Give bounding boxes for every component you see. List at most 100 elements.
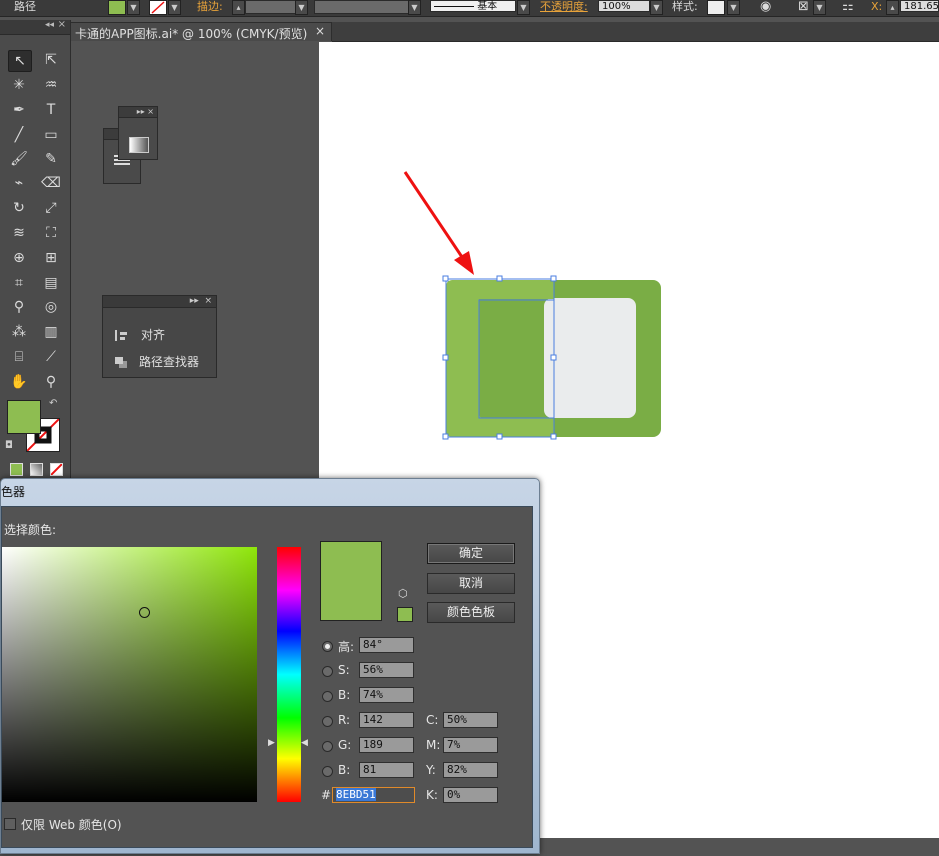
line-tool-icon[interactable]: ╱ bbox=[8, 125, 30, 145]
green-field[interactable]: 189 bbox=[359, 737, 414, 753]
hand-tool-icon[interactable]: ✋ bbox=[8, 372, 30, 392]
isolate-icon[interactable]: ⊠ bbox=[798, 0, 809, 16]
direct-selection-tool-icon[interactable]: ⇱ bbox=[40, 50, 62, 70]
rounded-rectangle-tool-icon[interactable]: ▭ bbox=[40, 125, 62, 145]
document-tab[interactable]: 卡通的APP图标.ai* @ 100% (CMYK/预览) × bbox=[70, 22, 332, 41]
default-colors-icon[interactable]: ◘ bbox=[5, 440, 13, 451]
blue-label: B: bbox=[338, 763, 351, 777]
eraser-tool-icon[interactable]: ⌫ bbox=[40, 173, 62, 193]
hue-slider[interactable] bbox=[277, 547, 301, 802]
fill-dropdown-arrow[interactable]: ▼ bbox=[127, 0, 140, 15]
pathfinder-item[interactable]: 路径查找器 bbox=[115, 353, 199, 370]
rotate-tool-icon[interactable]: ↻ bbox=[8, 198, 30, 218]
saturation-brightness-field[interactable] bbox=[2, 547, 257, 802]
selection-tool-icon[interactable]: ↖ bbox=[8, 50, 32, 72]
x-label[interactable]: X: bbox=[871, 0, 882, 16]
ok-button[interactable]: 确定 bbox=[427, 543, 515, 564]
gradient-tool-icon[interactable]: ▤ bbox=[40, 273, 62, 293]
color-swatches-button[interactable]: 颜色色板 bbox=[427, 602, 515, 623]
close-icon[interactable]: × bbox=[58, 19, 66, 30]
opacity-dropdown[interactable]: ▼ bbox=[650, 0, 663, 15]
cancel-button[interactable]: 取消 bbox=[427, 573, 515, 594]
opacity-field[interactable]: 100% bbox=[598, 0, 650, 12]
mesh-tool-icon[interactable]: ⌗ bbox=[8, 273, 30, 293]
swap-colors-icon[interactable]: ↶ bbox=[49, 398, 57, 409]
hue-field[interactable]: 84° bbox=[359, 637, 414, 653]
pen-tool-icon[interactable]: ✒ bbox=[8, 100, 30, 120]
x-stepper[interactable]: ▴ bbox=[886, 0, 899, 15]
lasso-tool-icon[interactable]: ♒ bbox=[40, 75, 62, 95]
red-radio[interactable] bbox=[322, 716, 333, 727]
blue-radio[interactable] bbox=[322, 766, 333, 777]
hue-slider-left-arrow[interactable]: ▶ bbox=[268, 738, 275, 748]
paintbrush-tool-icon[interactable]: 🖌 bbox=[8, 149, 30, 169]
gradient-panel-icon bbox=[129, 137, 149, 153]
fill-swatch[interactable] bbox=[108, 0, 126, 15]
hex-field[interactable]: 8EBD51 bbox=[332, 787, 415, 803]
align-item[interactable]: 对齐 bbox=[115, 326, 165, 343]
warp-tool-icon[interactable]: ≋ bbox=[8, 223, 30, 243]
green-radio[interactable] bbox=[322, 741, 333, 752]
eyedropper-tool-icon[interactable]: ⚲ bbox=[8, 297, 30, 317]
tools-panel-header[interactable]: ◂◂ × bbox=[0, 19, 70, 35]
symbol-sprayer-tool-icon[interactable]: ⁂ bbox=[8, 322, 30, 342]
none-mode-icon[interactable] bbox=[50, 463, 63, 476]
stroke-dropdown-arrow[interactable]: ▼ bbox=[168, 0, 181, 15]
opacity-label[interactable]: 不透明度: bbox=[540, 0, 588, 16]
close-tab-icon[interactable]: × bbox=[315, 24, 325, 38]
hex-value: 8EBD51 bbox=[336, 788, 376, 801]
stroke-weight-stepper[interactable]: ▴ bbox=[232, 0, 245, 15]
hue-radio[interactable] bbox=[322, 641, 333, 652]
perspective-grid-tool-icon[interactable]: ⊞ bbox=[40, 248, 62, 268]
shape-builder-tool-icon[interactable]: ⊕ bbox=[8, 248, 30, 268]
panel-close-icon[interactable]: ▸▸ × bbox=[119, 107, 157, 118]
yellow-field[interactable]: 82% bbox=[443, 762, 498, 778]
stroke-weight-field[interactable] bbox=[245, 0, 297, 14]
artboard-tool-icon[interactable]: ⌸ bbox=[8, 347, 30, 367]
graphic-style-swatch[interactable] bbox=[707, 0, 725, 15]
cyan-field[interactable]: 50% bbox=[443, 712, 498, 728]
transform-reference-icon[interactable]: ⚏ bbox=[842, 0, 854, 16]
zoom-tool-icon[interactable]: ⚲ bbox=[40, 372, 62, 392]
magenta-field[interactable]: 7% bbox=[443, 737, 498, 753]
saturation-field[interactable]: 56% bbox=[359, 662, 414, 678]
color-mode-icon[interactable] bbox=[10, 463, 23, 476]
collapse-icon[interactable]: ◂◂ bbox=[45, 20, 54, 30]
blob-brush-tool-icon[interactable]: ⌁ bbox=[8, 173, 30, 193]
x-field[interactable]: 181.65 bbox=[900, 0, 939, 12]
recolor-icon[interactable]: ◉ bbox=[760, 0, 771, 16]
web-only-checkbox[interactable] bbox=[4, 818, 16, 830]
graphic-style-dropdown[interactable]: ▼ bbox=[727, 0, 740, 15]
pencil-tool-icon[interactable]: ✎ bbox=[40, 149, 62, 169]
scale-tool-icon[interactable]: ⤢ bbox=[40, 198, 62, 218]
brightness-radio[interactable] bbox=[322, 691, 333, 702]
blend-tool-icon[interactable]: ◎ bbox=[40, 297, 62, 317]
black-field[interactable]: 0% bbox=[443, 787, 498, 803]
stroke-label[interactable]: 描边: bbox=[197, 0, 223, 16]
brightness-field[interactable]: 74% bbox=[359, 687, 414, 703]
isolate-dropdown[interactable]: ▼ bbox=[813, 0, 826, 15]
collapsed-panel-front[interactable]: ▸▸ × bbox=[118, 106, 158, 160]
variable-width-dropdown[interactable]: ▼ bbox=[408, 0, 421, 15]
gamut-cube-icon[interactable]: ⬡ bbox=[398, 587, 408, 600]
red-field[interactable]: 142 bbox=[359, 712, 414, 728]
type-tool-icon[interactable]: T bbox=[40, 100, 62, 120]
slice-tool-icon[interactable]: ⟋ bbox=[40, 347, 62, 367]
blue-field[interactable]: 81 bbox=[359, 762, 414, 778]
stroke-style-field[interactable]: 基本 bbox=[430, 0, 516, 12]
web-safe-color-swatch[interactable] bbox=[397, 607, 413, 622]
saturation-radio[interactable] bbox=[322, 666, 333, 677]
stroke-weight-dropdown[interactable]: ▼ bbox=[295, 0, 308, 15]
free-transform-tool-icon[interactable]: ⛶ bbox=[40, 223, 62, 243]
stroke-swatch[interactable] bbox=[149, 0, 167, 15]
fill-color-box-front[interactable] bbox=[7, 400, 41, 434]
variable-width-field[interactable] bbox=[314, 0, 410, 14]
column-graph-tool-icon[interactable]: ▥ bbox=[40, 322, 62, 342]
color-cursor[interactable] bbox=[139, 607, 150, 618]
panel-header[interactable]: ▸▸ × bbox=[103, 296, 216, 308]
stroke-style-dropdown[interactable]: ▼ bbox=[517, 0, 530, 15]
magic-wand-tool-icon[interactable]: ✳ bbox=[8, 75, 30, 95]
black-label: K: bbox=[426, 788, 438, 802]
gradient-mode-icon[interactable] bbox=[30, 463, 43, 476]
hue-slider-right-arrow[interactable]: ◀ bbox=[301, 738, 308, 748]
